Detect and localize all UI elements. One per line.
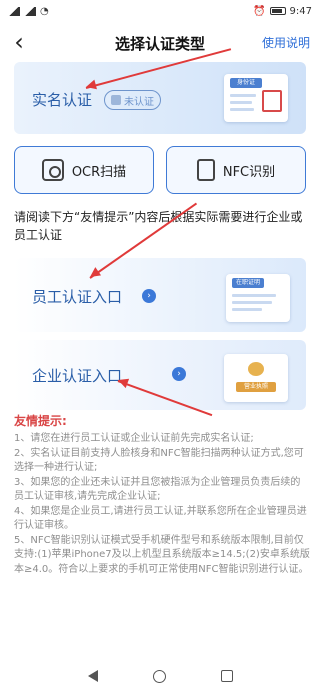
person-icon [111, 95, 121, 105]
card-line [232, 301, 272, 304]
company-label: 企业认证入口 [32, 367, 123, 385]
nfc-scan-button[interactable]: NFC识别 [166, 146, 306, 194]
employee-label: 员工认证入口 [32, 288, 123, 306]
id-card-title: 身份证 [230, 78, 262, 88]
business-license-illustration: 营业执照 [224, 354, 288, 402]
card-line [230, 108, 254, 111]
company-auth-card[interactable]: 企业认证入口 › 营业执照 [14, 340, 306, 410]
card-line [230, 94, 256, 97]
ocr-scan-button[interactable]: OCR扫描 [14, 146, 154, 194]
tip-item: 2、实名认证目前支持人脸核身和NFC智能扫描两种认证方式,您可选择一种进行认证; [14, 447, 304, 474]
status-icons-right: ⏰ 9:47 [253, 6, 312, 17]
tip-item: 1、请您在进行员工认证或企业认证前先完成实名认证; [14, 433, 254, 444]
status-badge: 未认证 [104, 90, 161, 110]
back-triangle-icon[interactable] [87, 670, 98, 682]
chevron-left-icon[interactable]: ‹ [8, 28, 30, 56]
intro-text: 请阅读下方“友情提示”内容后根据实际需要进行企业或员工认证 [14, 210, 303, 242]
alarm-icon: ⏰ [253, 5, 266, 17]
tips-title: 友情提示: [14, 414, 67, 428]
tip-item: 5、NFC智能识别认证模式受手机硬件型号和系统版本限制,目前仅支持:(1)苹果i… [14, 534, 310, 575]
signal-icon [24, 6, 36, 16]
nfc-label: NFC识别 [222, 164, 276, 180]
id-card-illustration: 身份证 [224, 74, 288, 122]
wifi-icon: ◔ [40, 5, 49, 17]
chevron-right-icon: › [172, 367, 186, 381]
help-link[interactable]: 使用说明 [262, 34, 310, 51]
employment-proof-illustration: 在职证明 [226, 274, 290, 322]
chevron-right-icon: › [142, 289, 156, 303]
card-line [232, 308, 262, 311]
employment-card-title: 在职证明 [232, 278, 264, 288]
phone-icon [196, 159, 215, 181]
tip-item: 3、如果您的企业还未认证并且您被指派为企业管理员负责后续的员工认证审核,请先完成… [14, 476, 301, 503]
realname-label: 实名认证 [32, 91, 93, 109]
recent-apps-icon[interactable] [220, 670, 233, 682]
tips-list: 1、请您在进行员工认证或企业认证前先完成实名认证; 2、实名认证目前支持人脸核身… [14, 432, 310, 577]
employee-auth-card[interactable]: 员工认证入口 › 在职证明 [14, 258, 306, 332]
home-circle-icon[interactable] [152, 669, 166, 683]
status-bar: ◔ ⏰ 9:47 [0, 0, 320, 22]
battery-icon [269, 7, 286, 15]
face-frame-icon [262, 90, 282, 112]
camera-scan-icon [41, 159, 64, 181]
signal-icon [8, 6, 20, 16]
top-nav-bar: ‹ 选择认证类型 使用说明 [0, 26, 320, 60]
license-card-title: 营业执照 [236, 382, 276, 392]
system-nav-bar [0, 662, 320, 690]
ocr-label: OCR扫描 [71, 164, 127, 180]
badge-text: 未认证 [124, 96, 154, 108]
status-time: 9:47 [289, 5, 312, 17]
card-line [230, 101, 252, 104]
emblem-icon [248, 362, 264, 376]
status-icons-left: ◔ [8, 6, 49, 17]
realname-card[interactable]: 实名认证 未认证 身份证 [14, 62, 306, 134]
page-title: 选择认证类型 [114, 34, 205, 53]
card-line [232, 294, 276, 297]
tip-item: 4、如果您是企业员工,请进行员工认证,并联系您所在企业管理员进行认证审核。 [14, 505, 307, 532]
